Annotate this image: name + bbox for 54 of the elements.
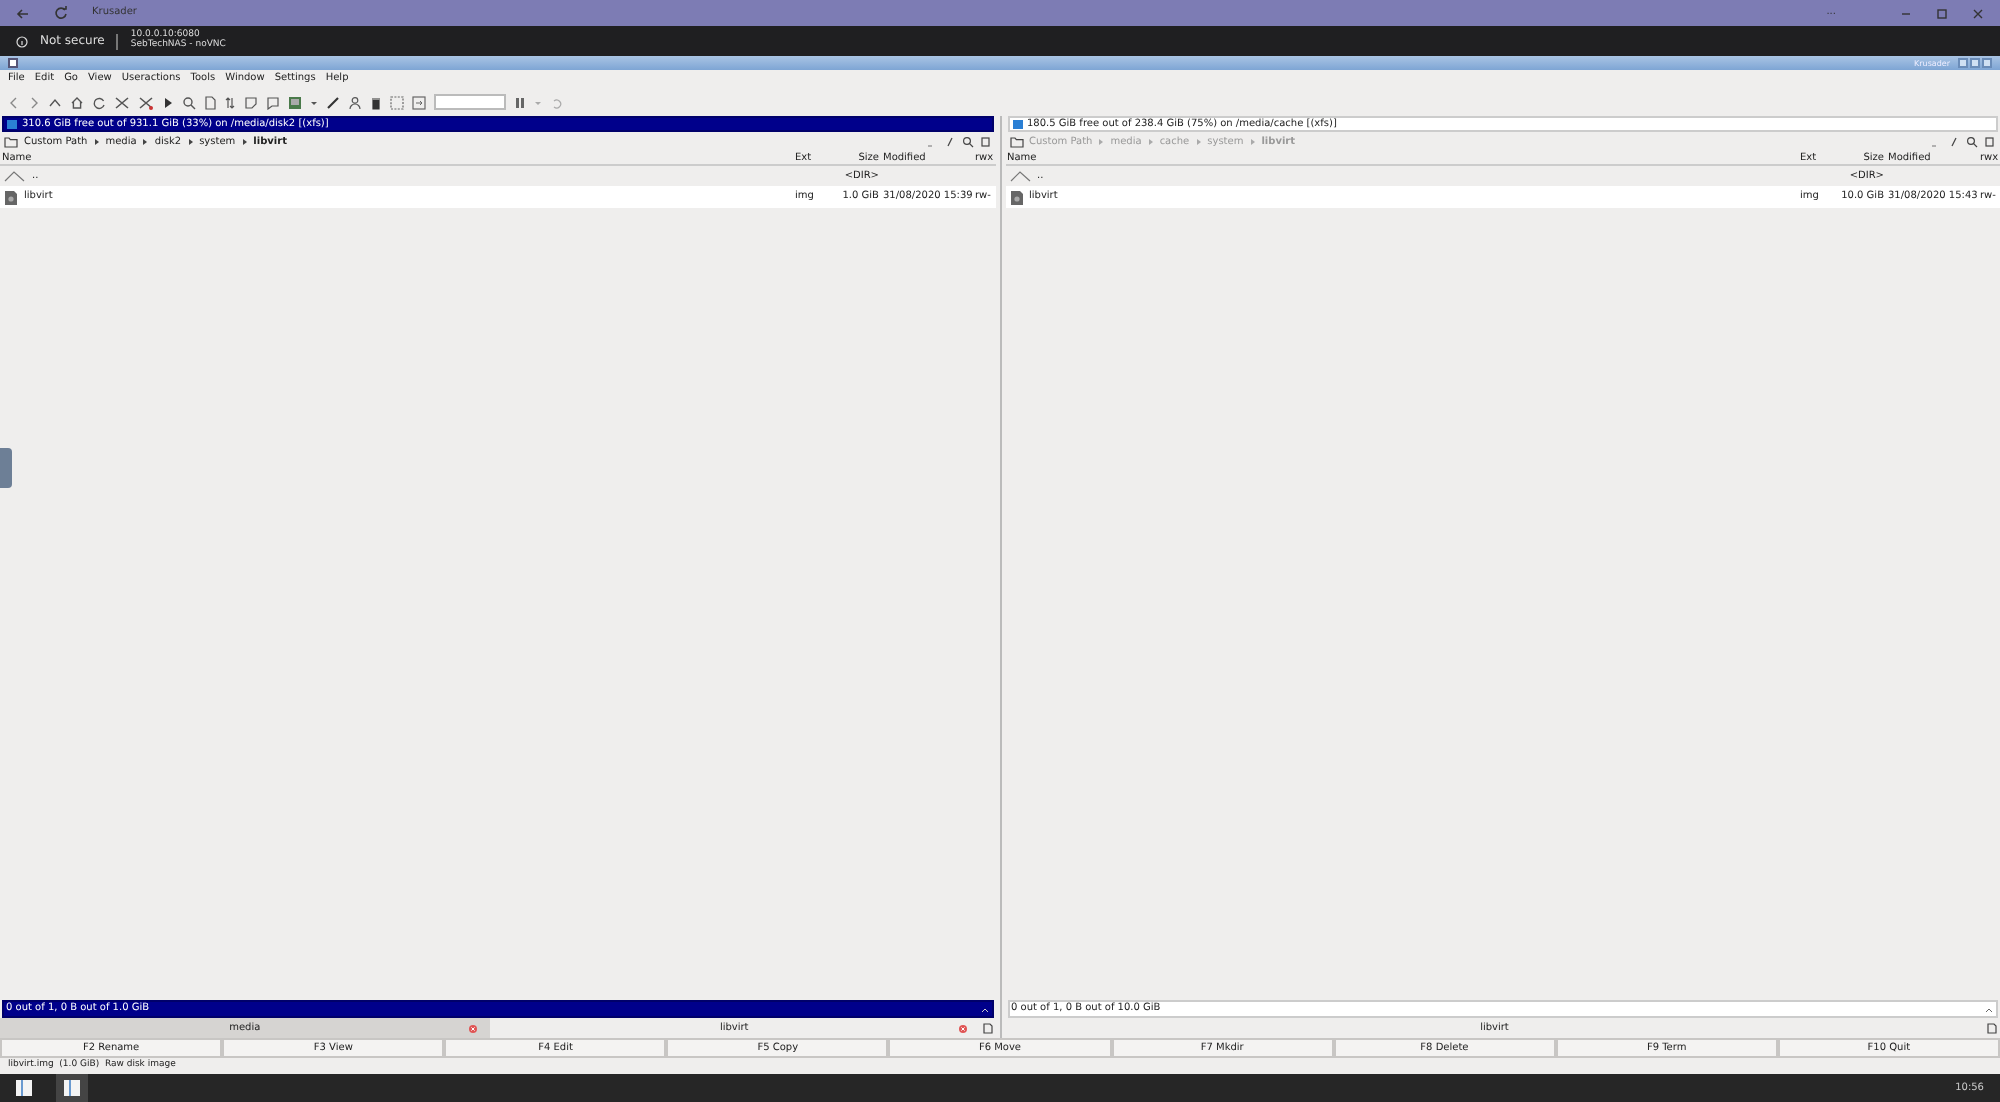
user-icon[interactable]	[348, 95, 362, 109]
close-button[interactable]	[1982, 58, 1992, 68]
info-icon[interactable]	[16, 35, 28, 47]
separator-icon	[1147, 138, 1154, 146]
bookmark-icon[interactable]	[979, 136, 991, 148]
separator-icon	[187, 138, 194, 146]
cursor-icon[interactable]	[162, 95, 174, 109]
pause-icon[interactable]	[514, 95, 526, 109]
back-icon[interactable]	[16, 7, 30, 19]
select-icon[interactable]	[114, 95, 130, 109]
root-icon[interactable]	[943, 136, 955, 148]
search-icon[interactable]	[961, 136, 973, 148]
document-icon[interactable]	[204, 95, 216, 109]
root-icon[interactable]	[1948, 136, 1960, 148]
back-icon[interactable]	[8, 95, 20, 109]
minimize-button[interactable]	[1958, 58, 1968, 68]
terminal-icon[interactable]	[288, 95, 302, 109]
separator-icon	[1195, 138, 1202, 146]
unselect-icon[interactable]	[138, 95, 154, 109]
toolbar-field[interactable]	[434, 94, 506, 110]
up-icon[interactable]	[48, 95, 62, 109]
sync-icon[interactable]	[412, 95, 426, 109]
close-tab-icon[interactable]	[957, 1023, 967, 1033]
separator-icon	[1098, 138, 1105, 146]
separator-icon	[1249, 138, 1256, 146]
restore-icon[interactable]	[1936, 7, 1948, 19]
refresh-icon[interactable]	[92, 95, 106, 109]
maximize-button[interactable]	[1970, 58, 1980, 68]
home-icon[interactable]	[70, 95, 84, 109]
trash-icon[interactable]	[370, 95, 382, 109]
disk-image-icon	[1009, 189, 1023, 205]
separator-icon	[93, 138, 100, 146]
reload-icon[interactable]	[54, 6, 68, 20]
separator-icon	[142, 138, 149, 146]
search-icon[interactable]	[182, 95, 196, 109]
app-icon	[8, 58, 18, 68]
close-icon[interactable]	[1972, 7, 1984, 19]
forward-icon[interactable]	[28, 95, 40, 109]
up-icon	[4, 170, 26, 182]
disk-image-icon	[4, 189, 18, 205]
separator-icon	[241, 138, 248, 146]
window-icon[interactable]	[16, 1080, 32, 1096]
split-icon[interactable]	[390, 95, 404, 109]
new-tab-icon[interactable]	[1986, 1022, 1998, 1034]
compare-icon[interactable]	[224, 95, 236, 109]
search-icon[interactable]	[1966, 136, 1978, 148]
close-tab-icon[interactable]	[467, 1023, 478, 1033]
new-tab-icon[interactable]	[981, 1022, 993, 1034]
pen-icon[interactable]	[326, 95, 340, 109]
up-icon	[1009, 170, 1031, 182]
window-icon[interactable]	[64, 1080, 80, 1096]
bookmark-icon[interactable]	[1984, 136, 1996, 148]
side-handle[interactable]	[0, 448, 12, 488]
minimize-icon[interactable]	[1900, 7, 1912, 19]
